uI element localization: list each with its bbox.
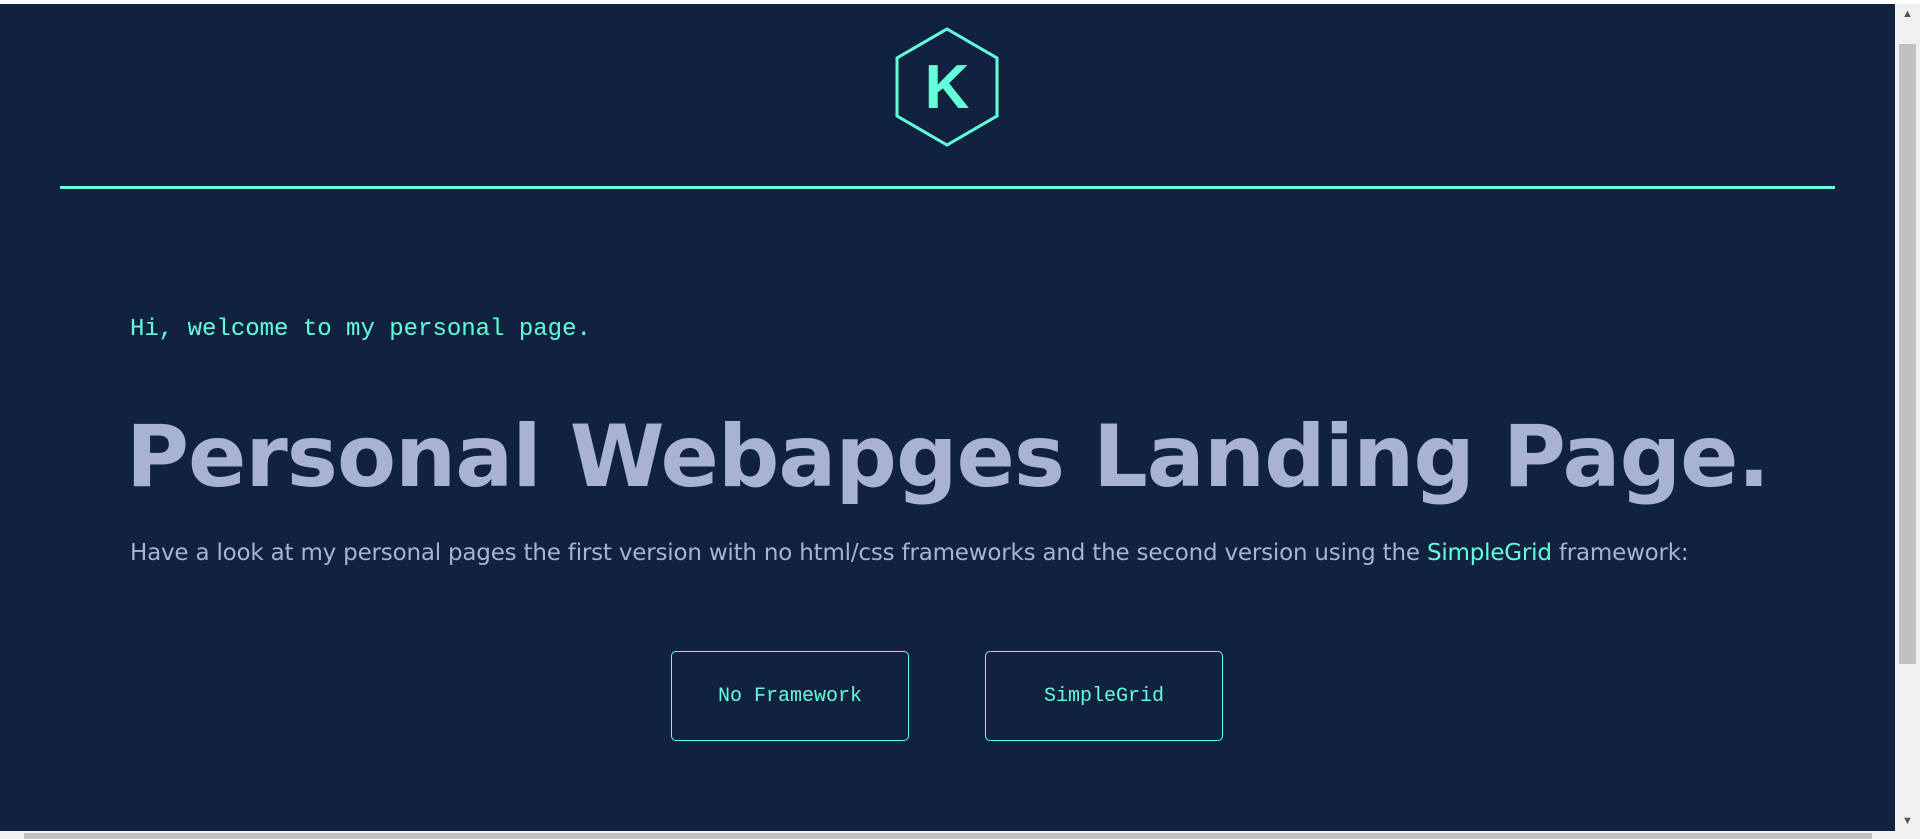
simplegrid-button[interactable]: SimpleGrid (985, 651, 1223, 741)
greeting-text: Hi, welcome to my personal page. (130, 316, 591, 343)
logo-letter: K (925, 53, 970, 122)
simplegrid-link[interactable]: SimpleGrid (1427, 540, 1552, 566)
intro-text-before: Have a look at my personal pages the fir… (130, 540, 1427, 566)
horizontal-scroll-thumb[interactable] (24, 833, 1872, 839)
no-framework-button[interactable]: No Framework (671, 651, 909, 741)
scroll-down-arrow-icon[interactable]: ▼ (1895, 811, 1920, 831)
intro-paragraph: Have a look at my personal pages the fir… (130, 540, 1689, 566)
vertical-scrollbar[interactable]: ▲ ▼ (1895, 4, 1920, 831)
logo[interactable]: K (893, 26, 1001, 148)
header-divider (60, 186, 1835, 189)
page-viewport: K Hi, welcome to my personal page. Perso… (0, 4, 1895, 831)
scrollbar-corner (1895, 831, 1920, 839)
page-title: Personal Webapges Landing Page. (126, 407, 1770, 507)
vertical-scroll-thumb[interactable] (1899, 44, 1916, 664)
hexagon-logo-icon: K (895, 27, 999, 147)
horizontal-scrollbar[interactable] (0, 831, 1895, 839)
scroll-up-arrow-icon[interactable]: ▲ (1895, 4, 1920, 24)
intro-text-after: framework: (1551, 540, 1689, 566)
